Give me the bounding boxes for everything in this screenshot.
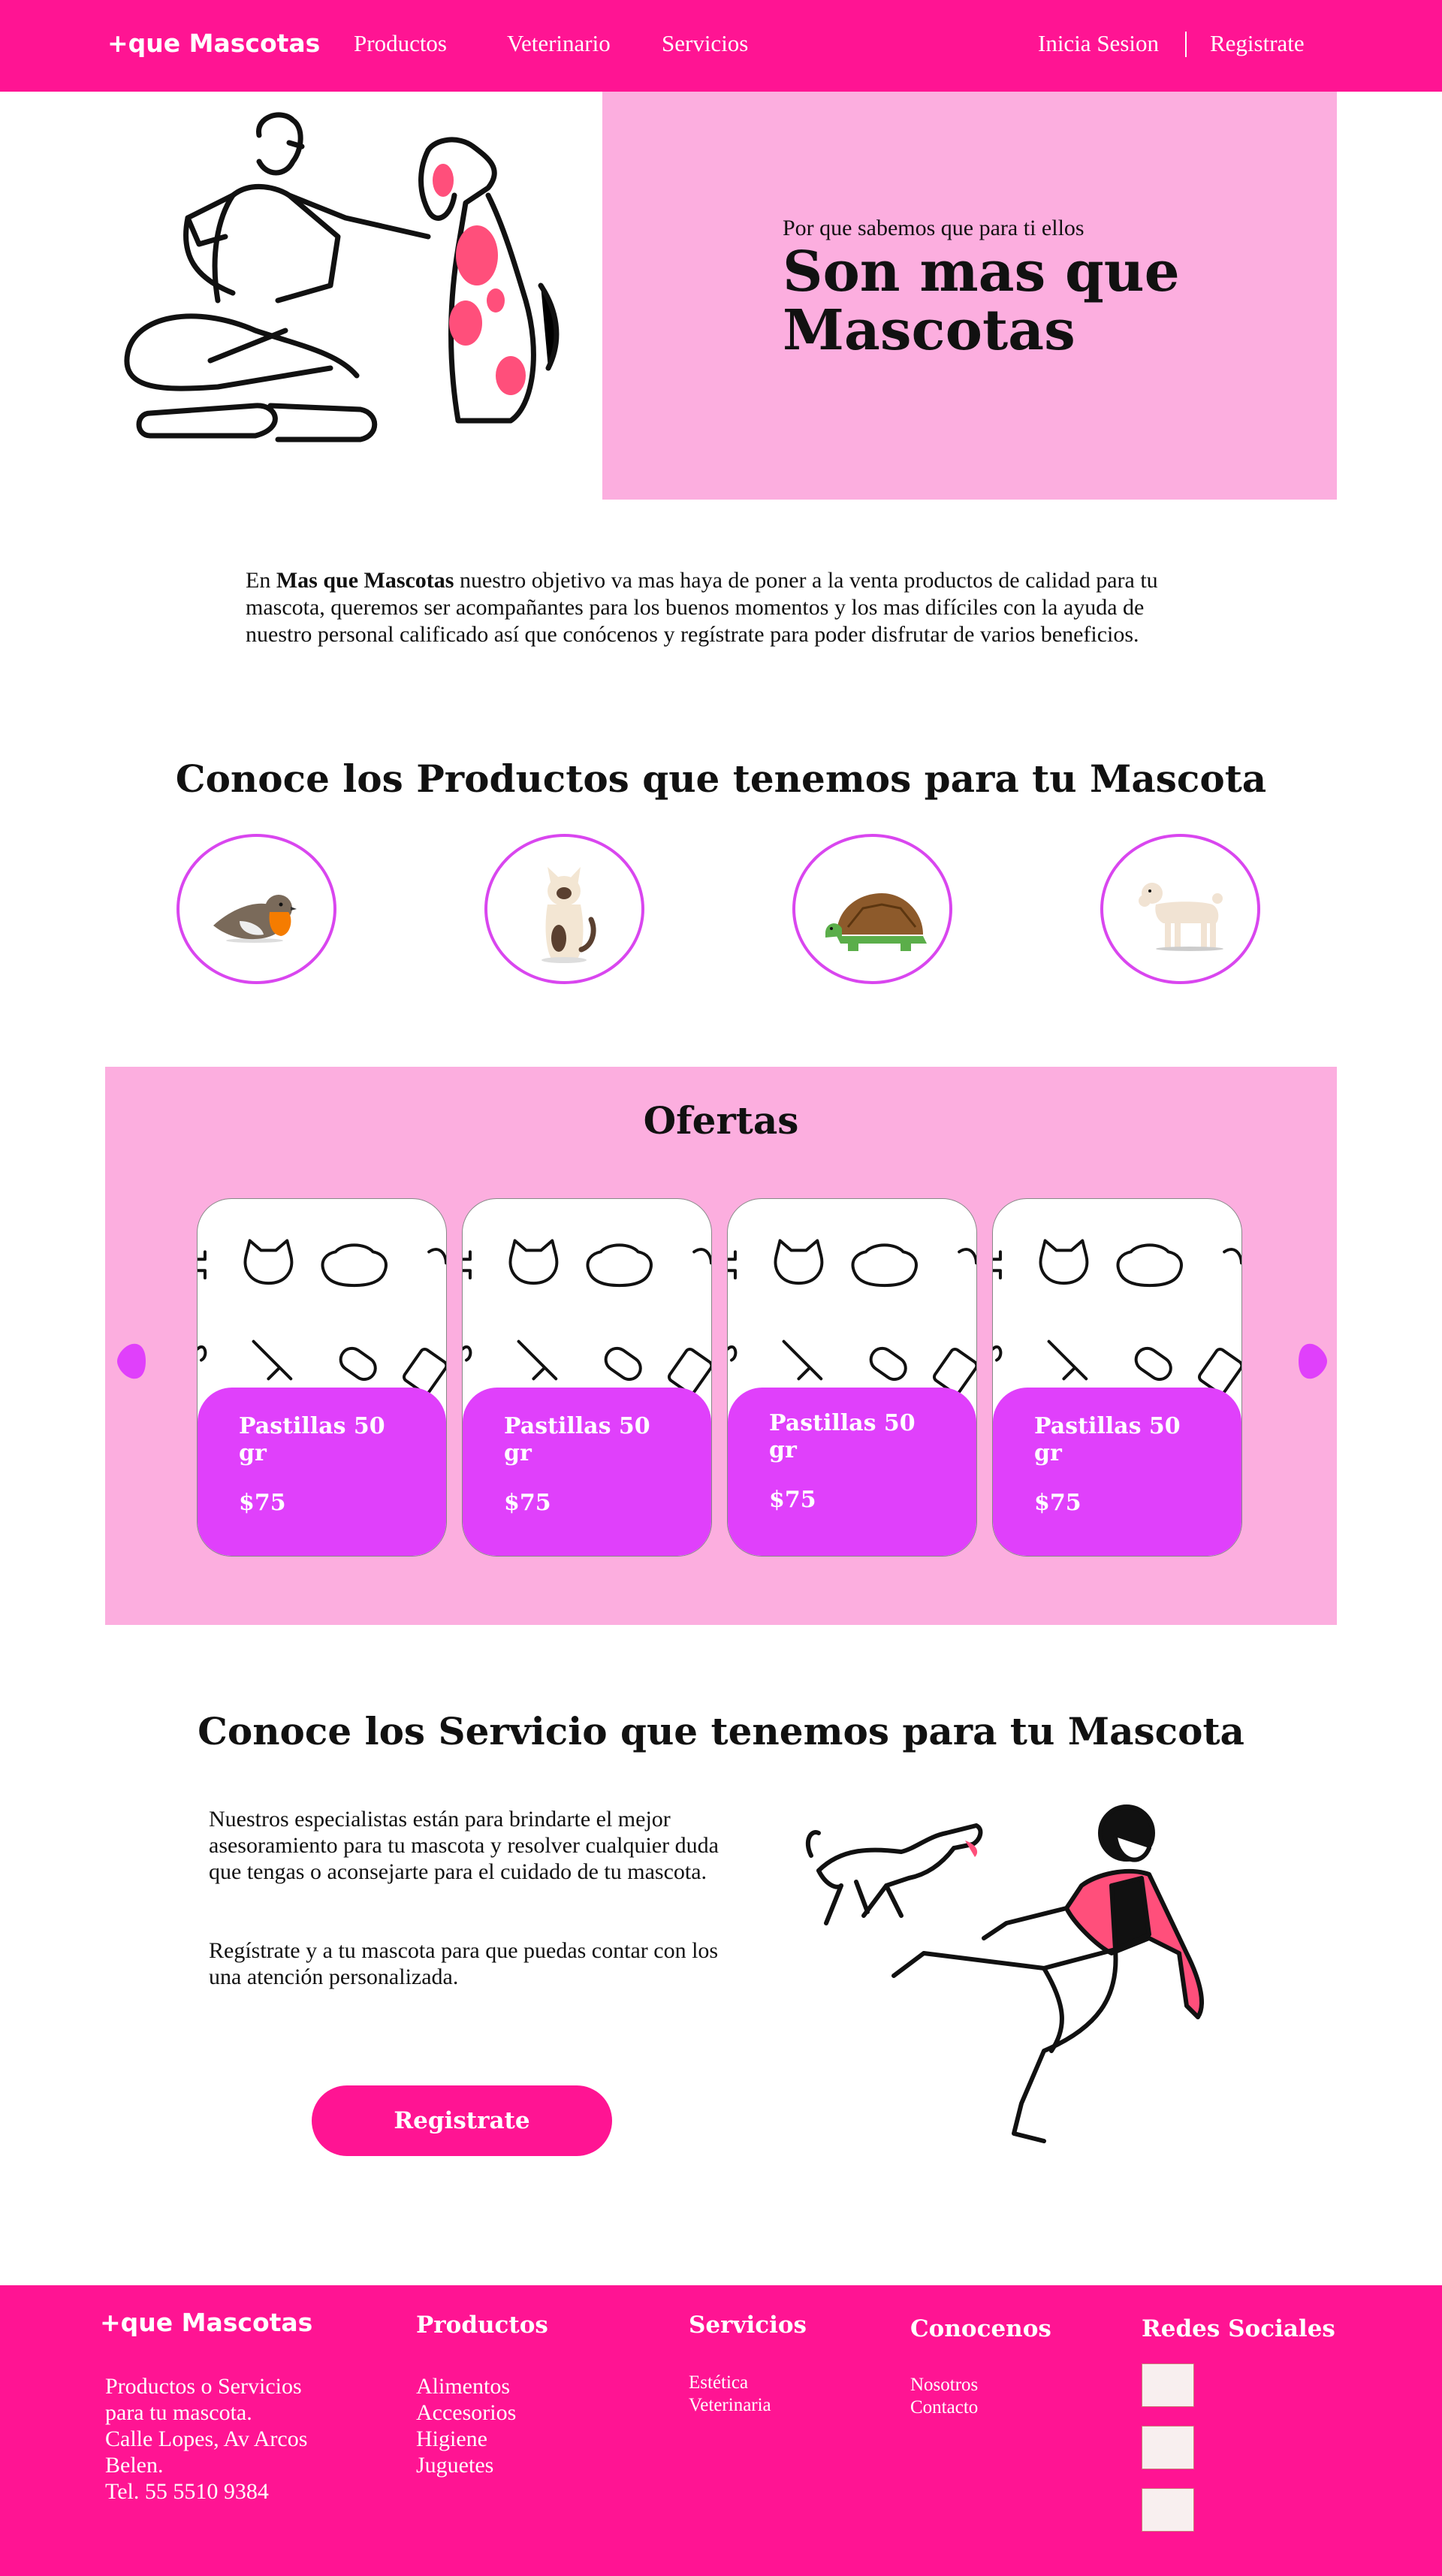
footer-link-higiene[interactable]: Higiene xyxy=(416,2426,516,2452)
cat-icon xyxy=(542,867,596,963)
register-button[interactable]: Registrate xyxy=(312,2085,612,2156)
footer-phone: Tel. 55 5510 9384 xyxy=(105,2479,269,2504)
offers-title: Ofertas xyxy=(643,1098,799,1143)
offer-card-info: Pastillas 50 gr $75 xyxy=(463,1388,711,1556)
category-dog[interactable] xyxy=(1100,834,1260,984)
offer-card-info: Pastillas 50 gr $75 xyxy=(728,1388,976,1556)
services-paragraph-2: Regístrate y a tu mascota para que pueda… xyxy=(209,1938,719,1989)
services-title: Conoce los Servicio que tenemos para tu … xyxy=(198,1709,1244,1753)
footer-servicios-title: Servicios xyxy=(689,2312,807,2339)
footer-about-line: Productos o Servicios xyxy=(105,2374,302,2399)
category-turtle[interactable] xyxy=(792,834,952,984)
offer-price: $75 xyxy=(1034,1490,1082,1516)
footer-conocenos-list: Nosotros Contacto xyxy=(910,2374,978,2419)
hero-title: Son mas que Mascotas xyxy=(783,240,1180,363)
nav-divider xyxy=(1185,32,1187,57)
offer-name: Pastillas 50 gr xyxy=(504,1413,650,1466)
footer-link-nosotros[interactable]: Nosotros xyxy=(910,2374,978,2396)
nav-link-productos[interactable]: Productos xyxy=(354,30,447,57)
footer-redes-title: Redes Sociales xyxy=(1142,2315,1335,2342)
footer-brand[interactable]: +que Mascotas xyxy=(100,2308,312,2337)
register-link[interactable]: Registrate xyxy=(1210,30,1305,57)
dog-icon xyxy=(1139,883,1223,951)
offer-card-info: Pastillas 50 gr $75 xyxy=(198,1388,446,1556)
vet-pattern-icon xyxy=(993,1239,1241,1394)
services-paragraph-1: Nuestros especialistas están para brinda… xyxy=(209,1807,719,1884)
top-nav: +que Mascotas Productos Veterinario Serv… xyxy=(0,0,1442,92)
category-bird[interactable] xyxy=(176,834,336,984)
carousel-prev-arrow[interactable] xyxy=(110,1339,150,1383)
footer-link-accesorios[interactable]: Accesorios xyxy=(416,2399,516,2426)
social-icon[interactable] xyxy=(1142,2488,1194,2532)
footer-link-veterinaria[interactable]: Veterinaria xyxy=(689,2394,771,2417)
offer-name: Pastillas 50 gr xyxy=(239,1413,385,1466)
footer-link-juguetes[interactable]: Juguetes xyxy=(416,2452,516,2478)
social-icon[interactable] xyxy=(1142,2426,1194,2469)
offer-card[interactable]: Pastillas 50 gr $75 xyxy=(992,1198,1242,1557)
offer-price: $75 xyxy=(239,1490,286,1516)
login-link[interactable]: Inicia Sesion xyxy=(1038,30,1159,57)
footer-link-estetica[interactable]: Estética xyxy=(689,2372,771,2394)
vet-pattern-icon xyxy=(463,1239,711,1394)
footer-about-line: Belen. xyxy=(105,2453,164,2478)
offers-section: Ofertas Pastillas 50 gr $75 Pastillas 50… xyxy=(105,1067,1337,1625)
turtle-icon xyxy=(825,893,927,951)
offer-price: $75 xyxy=(504,1490,551,1516)
vet-pattern-icon xyxy=(198,1239,446,1394)
footer-servicios-list: Estética Veterinaria xyxy=(689,2372,771,2417)
footer-about-line: Calle Lopes, Av Arcos xyxy=(105,2427,308,2451)
footer-link-alimentos[interactable]: Alimentos xyxy=(416,2373,516,2399)
category-cat[interactable] xyxy=(484,834,644,984)
intro-brand: Mas que Mascotas xyxy=(276,568,454,593)
offer-price: $75 xyxy=(769,1487,816,1513)
social-icon[interactable] xyxy=(1142,2363,1194,2407)
footer-about-line: para tu mascota. xyxy=(105,2400,252,2425)
footer-productos-title: Productos xyxy=(416,2312,548,2339)
bird-icon xyxy=(213,895,297,943)
services-illustration xyxy=(805,1804,1204,2143)
intro-prefix: En xyxy=(246,568,276,593)
offer-card[interactable]: Pastillas 50 gr $75 xyxy=(727,1198,977,1557)
carousel-next-arrow[interactable] xyxy=(1294,1339,1335,1383)
vet-pattern-icon xyxy=(728,1239,976,1394)
hero-illustration xyxy=(124,112,560,442)
hero-panel: Por que sabemos que para ti ellos Son ma… xyxy=(602,92,1337,500)
intro-paragraph: En Mas que Mascotas nuestro objetivo va … xyxy=(246,567,1199,648)
footer: +que Mascotas Productos o Servicios para… xyxy=(0,2285,1442,2576)
offer-card[interactable]: Pastillas 50 gr $75 xyxy=(197,1198,447,1557)
footer-conocenos-title: Conocenos xyxy=(910,2315,1051,2342)
brand-logo[interactable]: +que Mascotas xyxy=(107,29,320,58)
products-title: Conoce los Productos que tenemos para tu… xyxy=(175,756,1267,801)
hero-subtitle: Por que sabemos que para ti ellos xyxy=(783,216,1085,240)
footer-link-contacto[interactable]: Contacto xyxy=(910,2396,978,2419)
footer-productos-list: Alimentos Accesorios Higiene Juguetes xyxy=(416,2373,516,2478)
offer-name: Pastillas 50 gr xyxy=(769,1410,916,1463)
nav-link-veterinario[interactable]: Veterinario xyxy=(507,30,611,57)
nav-link-servicios[interactable]: Servicios xyxy=(662,30,748,57)
footer-about: Productos o Servicios para tu mascota. C… xyxy=(105,2373,307,2505)
offer-card[interactable]: Pastillas 50 gr $75 xyxy=(462,1198,712,1557)
offer-card-info: Pastillas 50 gr $75 xyxy=(993,1388,1241,1556)
offer-name: Pastillas 50 gr xyxy=(1034,1413,1181,1466)
